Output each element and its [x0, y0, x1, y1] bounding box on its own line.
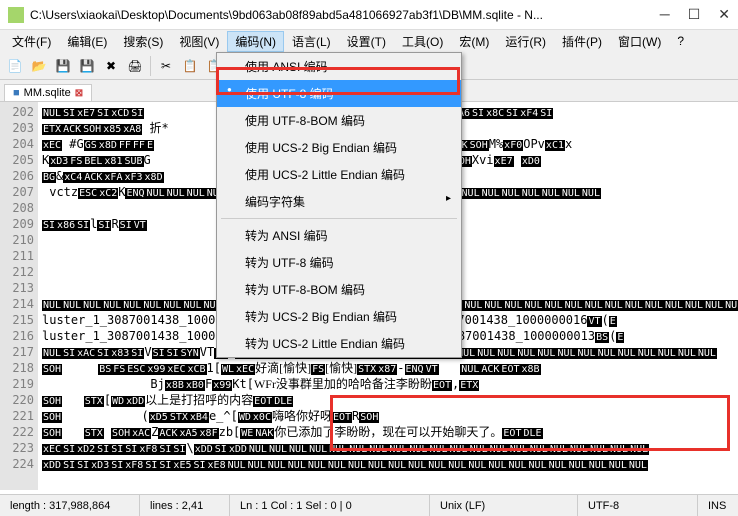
menu-item[interactable]: 插件(P): [554, 31, 610, 52]
menu-item[interactable]: 视图(V): [171, 31, 227, 52]
line-gutter: 2022032042052062072082092102112122132142…: [0, 102, 38, 490]
menu-item[interactable]: ?: [669, 32, 692, 50]
encoding-menu-item[interactable]: 使用 ANSI 编码: [217, 53, 461, 80]
menu-item[interactable]: 宏(M): [451, 31, 497, 52]
tab-label: MM.sqlite: [24, 87, 71, 99]
menu-item[interactable]: 运行(R): [497, 31, 554, 52]
encoding-menu-item[interactable]: 使用 UCS-2 Little Endian 编码: [217, 161, 461, 188]
encoding-menu-item[interactable]: 使用 UTF-8 编码: [217, 80, 461, 107]
status-bar: length : 317,988,864 lines : 2,41 Ln : 1…: [0, 494, 738, 516]
status-encoding: UTF-8: [578, 495, 698, 516]
encoding-menu-item[interactable]: 编码字符集: [217, 188, 461, 215]
status-length: length : 317,988,864: [0, 495, 140, 516]
menu-item[interactable]: 语言(L): [284, 31, 339, 52]
encoding-menu-item[interactable]: 转为 UCS-2 Little Endian 编码: [217, 330, 461, 357]
menu-item[interactable]: 设置(T): [339, 31, 394, 52]
status-lines: lines : 2,41: [140, 495, 230, 516]
encoding-menu-item[interactable]: 转为 UCS-2 Big Endian 编码: [217, 303, 461, 330]
open-file-icon[interactable]: 📂: [28, 55, 50, 77]
encoding-menu-item[interactable]: 转为 UTF-8 编码: [217, 249, 461, 276]
menu-item[interactable]: 搜索(S): [115, 31, 171, 52]
save-all-icon[interactable]: 💾: [76, 55, 98, 77]
new-file-icon[interactable]: 📄: [4, 55, 26, 77]
maximize-button[interactable]: ☐: [688, 6, 701, 23]
menu-item[interactable]: 文件(F): [4, 31, 59, 52]
print-icon[interactable]: 🖨: [124, 55, 146, 77]
app-icon: [8, 7, 24, 23]
status-insert: INS: [698, 495, 738, 516]
menu-separator: [221, 218, 457, 219]
cut-icon[interactable]: ✂: [155, 55, 177, 77]
minimize-button[interactable]: ─: [660, 6, 670, 23]
copy-icon[interactable]: 📋: [179, 55, 201, 77]
window-controls: ─ ☐ ✕: [660, 6, 730, 23]
menu-item[interactable]: 窗口(W): [610, 31, 669, 52]
window-title: C:\Users\xiaokai\Desktop\Documents\9bd06…: [30, 8, 660, 22]
encoding-menu-item[interactable]: 使用 UCS-2 Big Endian 编码: [217, 134, 461, 161]
file-tab[interactable]: ■ MM.sqlite ⊠: [4, 84, 92, 101]
encoding-menu-item[interactable]: 转为 ANSI 编码: [217, 222, 461, 249]
tab-close-icon[interactable]: ⊠: [75, 88, 83, 99]
menu-item[interactable]: 编辑(E): [59, 31, 115, 52]
status-eol: Unix (LF): [430, 495, 578, 516]
status-position: Ln : 1 Col : 1 Sel : 0 | 0: [230, 495, 430, 516]
close-file-icon[interactable]: ✖: [100, 55, 122, 77]
menu-bar: 文件(F)编辑(E)搜索(S)视图(V)编码(N)语言(L)设置(T)工具(O)…: [0, 30, 738, 52]
save-icon[interactable]: 💾: [52, 55, 74, 77]
encoding-menu-item[interactable]: 转为 UTF-8-BOM 编码: [217, 276, 461, 303]
title-bar: C:\Users\xiaokai\Desktop\Documents\9bd06…: [0, 0, 738, 30]
menu-item[interactable]: 工具(O): [394, 31, 451, 52]
menu-item[interactable]: 编码(N): [227, 31, 284, 52]
encoding-menu-item[interactable]: 使用 UTF-8-BOM 编码: [217, 107, 461, 134]
encoding-menu: 使用 ANSI 编码使用 UTF-8 编码使用 UTF-8-BOM 编码使用 U…: [216, 52, 462, 358]
close-button[interactable]: ✕: [718, 6, 730, 23]
